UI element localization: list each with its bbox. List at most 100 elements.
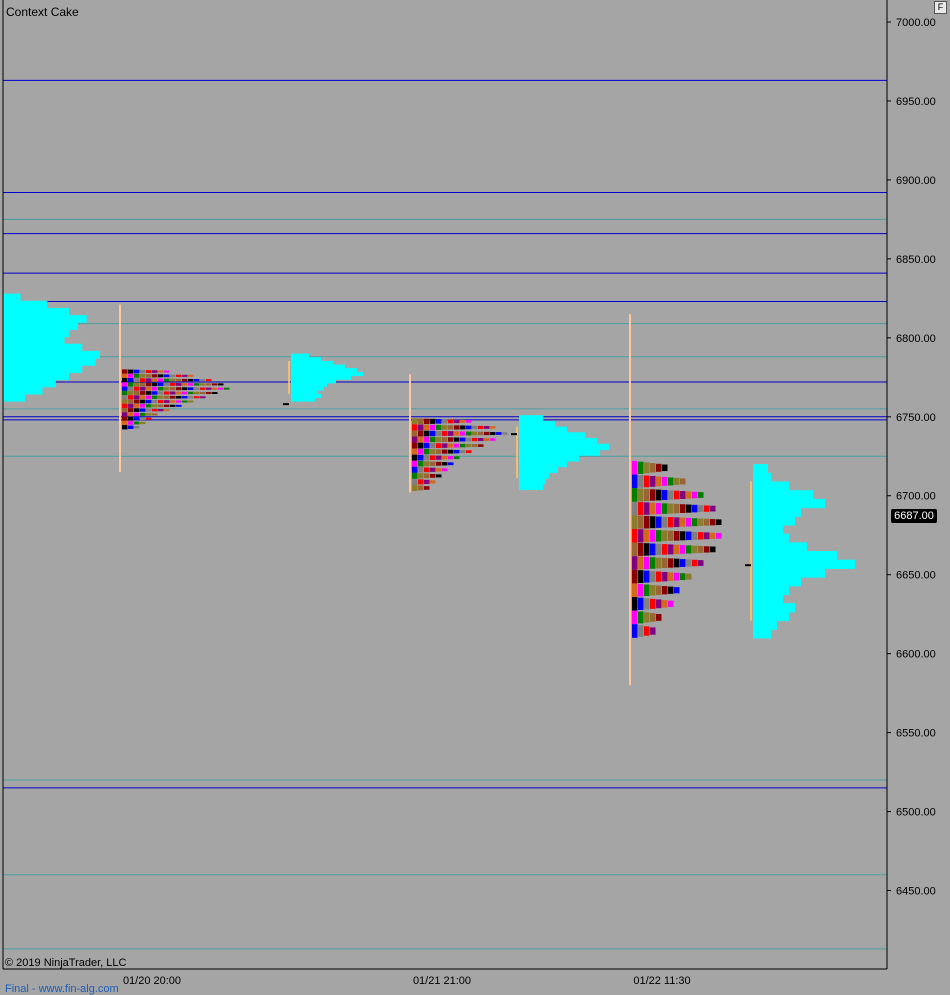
tpo-block [680, 531, 686, 541]
tpo-block [430, 424, 436, 431]
tpo-block [632, 569, 638, 584]
tpo-block [152, 404, 158, 408]
tpo-block [460, 437, 466, 442]
tpo-block [128, 421, 134, 425]
tpo-block [656, 543, 662, 556]
volume-profile-bar [753, 611, 789, 622]
tpo-block [668, 477, 674, 486]
tpo-block [638, 570, 644, 584]
volume-profile-bar [3, 322, 78, 330]
tpo-block [122, 395, 128, 400]
tpo-block [490, 431, 496, 435]
tpo-block [122, 369, 128, 374]
tpo-block [134, 421, 140, 425]
tpo-block [674, 587, 680, 594]
tpo-block [448, 431, 454, 436]
tpo-block [140, 391, 146, 395]
tpo-block [710, 546, 716, 553]
tpo-block [412, 418, 418, 425]
tpo-block [412, 436, 418, 443]
tpo-block [176, 395, 182, 399]
chart-window: 7000.00 6950.00 6900.00 6850.00 6800.00 6750.… [0, 0, 950, 995]
tpo-block [122, 377, 128, 383]
tpo-block [200, 396, 206, 399]
tpo-block [158, 374, 164, 378]
volume-profile-bar [3, 336, 65, 345]
tpo-block [436, 468, 442, 472]
tpo-block [632, 529, 638, 543]
tpo-block [632, 474, 638, 489]
tpo-block [466, 420, 472, 423]
tpo-block [668, 586, 674, 594]
tpo-block [460, 443, 466, 448]
footer-link[interactable]: Final - www.fin-alg.com [5, 983, 119, 995]
tpo-block [680, 504, 686, 513]
tpo-block [128, 390, 134, 396]
volume-profile-bar [753, 594, 783, 604]
tpo-block [686, 504, 692, 513]
tpo-block [650, 476, 656, 487]
tpo-block [134, 378, 140, 383]
volume-profile-bar [3, 393, 25, 402]
tpo-block [430, 473, 436, 478]
volume-profile-bar [753, 542, 807, 552]
tpo-block [686, 491, 692, 499]
tpo-block [158, 386, 164, 391]
y-tick-label: 6700.00 [896, 491, 936, 503]
tpo-block [176, 400, 182, 403]
tpo-block [472, 444, 478, 448]
tpo-block [650, 502, 656, 515]
tpo-block [182, 374, 188, 377]
tpo-block [638, 475, 644, 488]
tpo-block [224, 387, 230, 390]
volume-profile-bar [3, 315, 87, 323]
y-tick-label: 6500.00 [896, 807, 936, 819]
volume-profile-bar [519, 426, 567, 433]
tpo-block [176, 382, 182, 386]
tpo-block [478, 431, 484, 436]
tpo-block [448, 437, 454, 442]
volume-profile-bar [519, 438, 597, 445]
volume-profile-bar [291, 364, 345, 369]
tpo-block [436, 461, 442, 466]
tpo-block [200, 391, 206, 395]
tpo-block [484, 438, 490, 441]
tpo-block [128, 373, 134, 378]
tpo-block [424, 486, 430, 490]
tpo-block [122, 386, 128, 391]
tpo-block [704, 546, 710, 553]
y-tick-label: 6900.00 [896, 175, 936, 187]
tpo-block [424, 479, 430, 484]
tpo-block [674, 490, 680, 500]
tpo-block [644, 475, 650, 488]
tpo-block [686, 573, 692, 580]
tpo-block [644, 556, 650, 570]
tpo-block [122, 399, 128, 404]
f-button[interactable]: F [934, 1, 947, 14]
tpo-block [644, 584, 650, 596]
volume-profile-bar [753, 550, 837, 561]
tpo-block [668, 572, 674, 581]
tpo-block [418, 485, 424, 491]
tpo-block [454, 431, 460, 436]
tpo-block [698, 505, 704, 513]
volume-profile-bar [519, 420, 555, 428]
volume-profile-bar [291, 368, 357, 373]
y-tick-label: 6950.00 [896, 96, 936, 108]
tpo-block [692, 504, 698, 513]
tpo-block [164, 382, 170, 386]
tpo-block [656, 614, 662, 621]
tpo-block [140, 412, 146, 416]
volume-profile-bar [753, 559, 855, 569]
tpo-block [662, 476, 668, 486]
tpo-block [662, 464, 668, 472]
tpo-block [128, 378, 134, 383]
volume-profile-bar [291, 371, 363, 377]
tpo-block [140, 417, 146, 421]
tpo-block [182, 400, 188, 403]
tpo-block [632, 488, 638, 502]
price-chart[interactable]: 7000.00 6950.00 6900.00 6850.00 6800.00 6750.… [0, 0, 950, 995]
tpo-block [668, 600, 674, 607]
tpo-block [158, 408, 164, 412]
tpo-block [656, 585, 662, 595]
